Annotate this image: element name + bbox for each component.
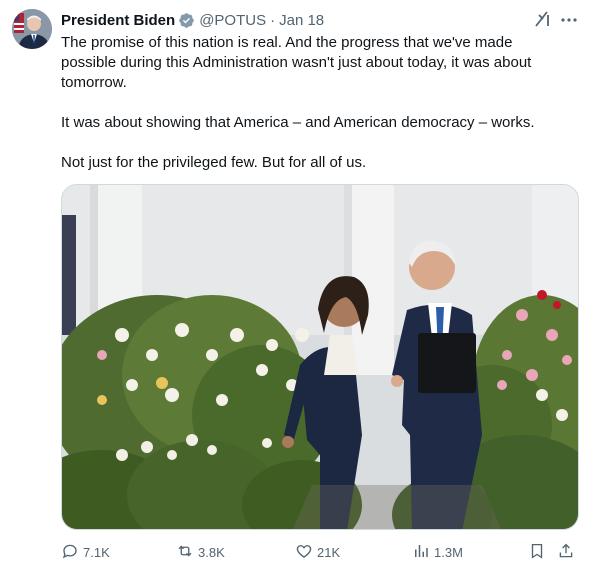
like-count: 21K: [317, 544, 341, 560]
reply-icon: [61, 542, 83, 563]
verified-badge-icon[interactable]: [178, 12, 195, 29]
tweet-paragraph: It was about showing that America – and …: [61, 114, 535, 131]
reply-count: 7.1K: [83, 544, 110, 560]
bookmark-button[interactable]: [528, 540, 550, 564]
share-button[interactable]: [557, 540, 579, 564]
tweet-text: The promise of this nation is real. And …: [61, 33, 571, 173]
tweet-paragraph: Not just for the privileged few. But for…: [61, 154, 367, 171]
share-icon: [557, 542, 579, 563]
author-name[interactable]: President Biden: [61, 12, 175, 29]
tweet-paragraph: The promise of this nation is real. And …: [61, 34, 532, 91]
tweet-date[interactable]: Jan 18: [279, 12, 324, 29]
more-icon[interactable]: [559, 10, 579, 30]
tweet-header: President Biden @POTUS · Jan 18: [61, 10, 324, 30]
like-icon: [295, 542, 317, 563]
avatar[interactable]: [12, 9, 52, 49]
grok-icon[interactable]: [533, 9, 553, 29]
views-count: 1.3M: [434, 544, 463, 560]
retweet-button[interactable]: 3.8K: [176, 540, 225, 564]
author-handle[interactable]: @POTUS: [199, 12, 266, 29]
tweet-photo[interactable]: [61, 184, 579, 530]
retweet-count: 3.8K: [198, 544, 225, 560]
retweet-icon: [176, 542, 198, 563]
tweet[interactable]: President Biden @POTUS · Jan 18 The prom…: [0, 0, 589, 568]
action-bar: 7.1K 3.8K 21K 1.3M: [61, 540, 581, 564]
separator: ·: [270, 11, 276, 29]
views-button[interactable]: 1.3M: [412, 540, 463, 564]
reply-button[interactable]: 7.1K: [61, 540, 110, 564]
bookmark-icon: [528, 542, 550, 563]
views-icon: [412, 542, 434, 563]
like-button[interactable]: 21K: [295, 540, 340, 564]
